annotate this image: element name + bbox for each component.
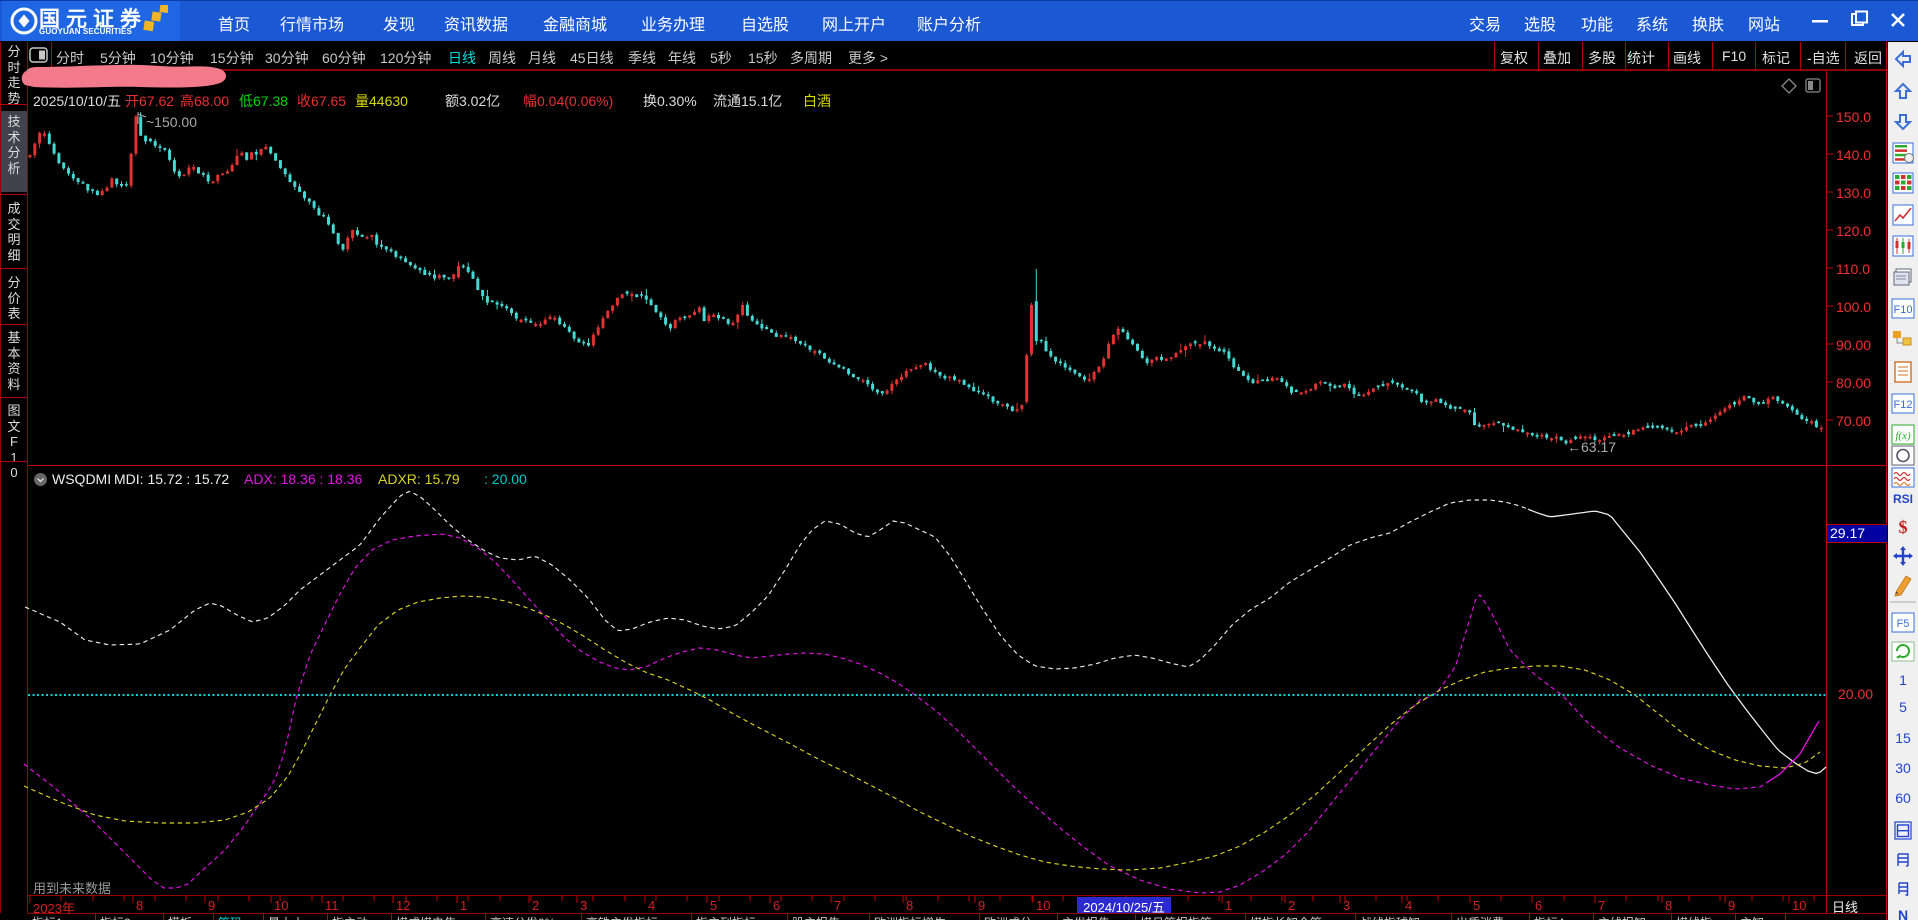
svg-text:1: 1	[1899, 672, 1907, 688]
svg-text:RSI: RSI	[1893, 492, 1913, 506]
svg-text:F12: F12	[1894, 399, 1913, 411]
svg-text:30: 30	[1895, 760, 1911, 776]
svg-text:60: 60	[1895, 790, 1911, 806]
svg-text:$: $	[1899, 517, 1908, 537]
svg-text:f(x): f(x)	[1895, 430, 1911, 442]
svg-text:5: 5	[1899, 699, 1907, 715]
svg-text:F10: F10	[1894, 304, 1913, 316]
svg-text:F5: F5	[1897, 618, 1910, 630]
svg-text:N: N	[1898, 907, 1908, 920]
svg-text:15: 15	[1895, 730, 1911, 746]
